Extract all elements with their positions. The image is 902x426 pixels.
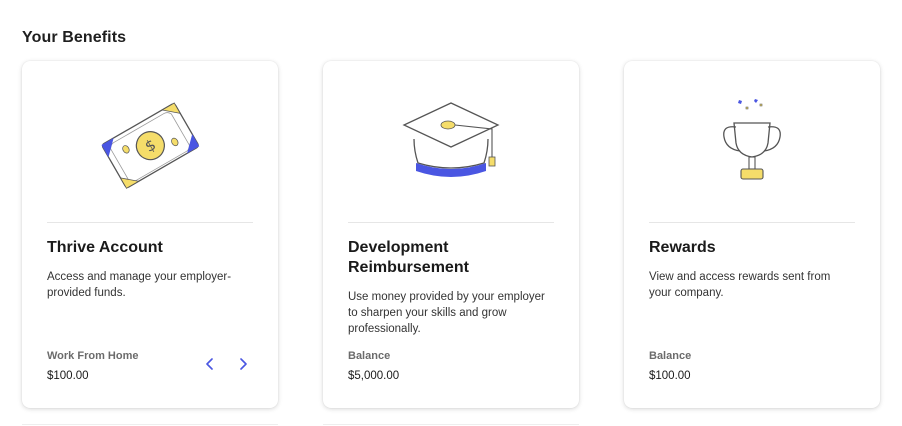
card-divider (47, 222, 253, 223)
card-meta-label: Balance (649, 350, 692, 362)
benefit-card-rewards[interactable]: Rewards View and access rewards sent fro… (624, 61, 880, 408)
card-illustration (323, 61, 579, 221)
carousel-prev-button[interactable] (201, 355, 219, 373)
card-description: Access and manage your employer-provided… (47, 271, 232, 299)
benefit-card-thrive-account[interactable]: $ Thrive Account Access and manage your … (22, 61, 278, 408)
card-title: Rewards (649, 239, 716, 256)
chevron-right-icon (240, 358, 247, 370)
card-title: Thrive Account (47, 239, 163, 256)
card-illustration: $ (22, 61, 278, 221)
card-title: Development Reimbursement (348, 239, 469, 276)
card-meta-label: Balance (348, 350, 391, 362)
card-meta-value: $100.00 (47, 370, 89, 382)
card-divider (649, 222, 855, 223)
chevron-left-icon (206, 358, 213, 370)
next-row-edge (323, 424, 579, 425)
trophy-icon (723, 99, 781, 180)
graduation-cap-icon (402, 102, 500, 177)
money-bill-icon: $ (101, 102, 200, 189)
card-meta-label: Work From Home (47, 350, 139, 362)
card-illustration (624, 61, 880, 221)
carousel-next-button[interactable] (234, 355, 252, 373)
section-title: Your Benefits (22, 29, 127, 46)
card-description: View and access rewards sent from your c… (649, 271, 831, 299)
benefit-card-development-reimbursement[interactable]: Development Reimbursement Use money prov… (323, 61, 579, 408)
card-meta-value: $100.00 (649, 370, 691, 382)
next-row-edge (22, 424, 278, 425)
card-divider (348, 222, 554, 223)
card-description: Use money provided by your employer to s… (348, 291, 545, 335)
card-meta-value: $5,000.00 (348, 370, 400, 382)
